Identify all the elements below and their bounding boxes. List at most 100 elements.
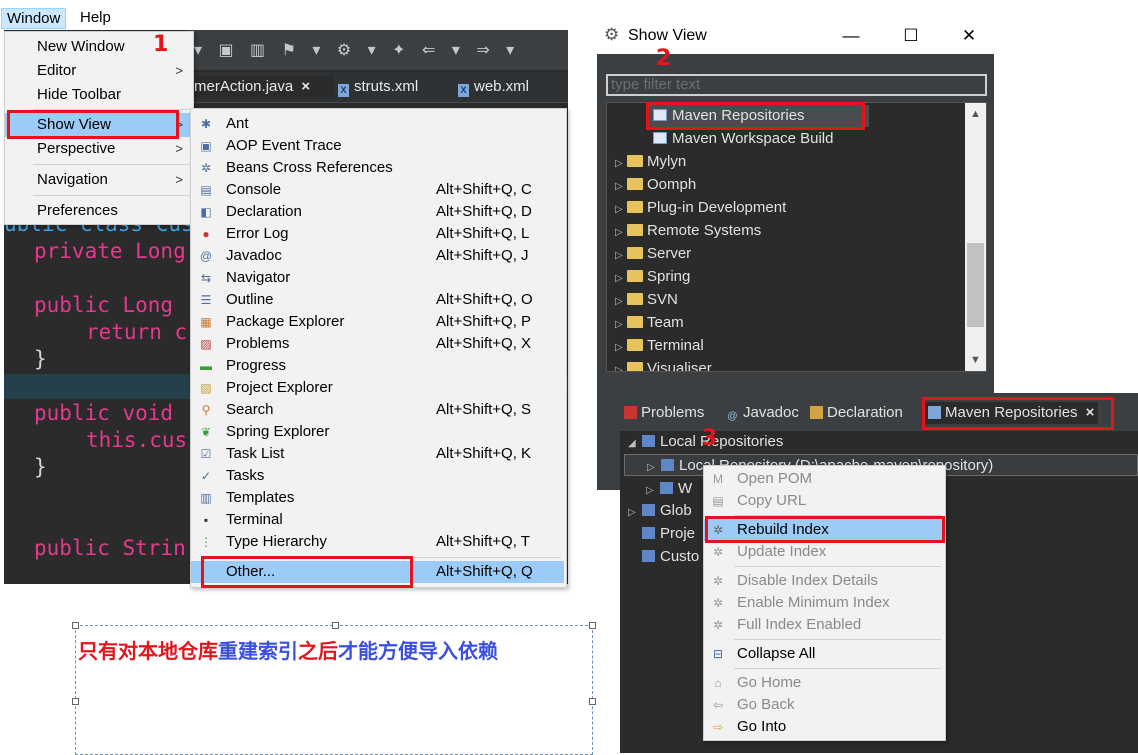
- tree-item-mylyn[interactable]: ▷ Mylyn: [615, 151, 686, 173]
- expand-arrow-icon[interactable]: ▷: [615, 222, 627, 244]
- folder-icon: [627, 155, 643, 167]
- menu-item-other[interactable]: Other... Alt+Shift+Q, Q: [191, 561, 564, 583]
- expand-arrow-icon[interactable]: ▷: [615, 153, 627, 175]
- tree-item-maven-workspace-build[interactable]: Maven Workspace Build: [653, 128, 833, 150]
- close-icon[interactable]: ×: [1086, 404, 1095, 421]
- menu-item-enable-minimum-index[interactable]: ✲ Enable Minimum Index: [704, 592, 943, 614]
- expand-arrow-icon[interactable]: ▷: [647, 457, 661, 479]
- menu-item-preferences[interactable]: Preferences: [5, 199, 193, 223]
- menu-item-update-index[interactable]: ✲ Update Index: [704, 541, 943, 563]
- declaration-icon: [810, 406, 823, 419]
- tree-row-global[interactable]: ▷ Glob: [628, 500, 692, 522]
- update-index-icon: ✲: [712, 545, 724, 559]
- repository-icon: [642, 550, 655, 562]
- menu-item-progress[interactable]: ▬ Progress: [191, 355, 564, 377]
- menu-item-disable-index-details[interactable]: ✲ Disable Index Details: [704, 570, 943, 592]
- tree-item-maven-repositories[interactable]: Maven Repositories: [647, 105, 869, 127]
- resize-handle[interactable]: [332, 622, 339, 629]
- menu-item-go-back[interactable]: ⇦ Go Back: [704, 694, 943, 716]
- menu-item-go-home[interactable]: ⌂ Go Home: [704, 672, 943, 694]
- menu-item-navigation[interactable]: Navigation >: [5, 168, 193, 192]
- menu-item-terminal[interactable]: ▪ Terminal: [191, 509, 564, 531]
- expand-arrow-icon[interactable]: ▷: [615, 314, 627, 336]
- expand-arrow-icon[interactable]: ▷: [615, 245, 627, 267]
- expand-arrow-icon[interactable]: ▷: [615, 268, 627, 290]
- menu-item-declaration[interactable]: ◧ Declaration Alt+Shift+Q, D: [191, 201, 564, 223]
- menu-item-error-log[interactable]: ● Error Log Alt+Shift+Q, L: [191, 223, 564, 245]
- menu-item-tasks[interactable]: ✓ Tasks: [191, 465, 564, 487]
- tab-customer-action[interactable]: merAction.java ×: [190, 76, 334, 98]
- tab-declaration[interactable]: Declaration: [810, 402, 903, 424]
- minimize-button[interactable]: —: [841, 26, 861, 46]
- scroll-down-icon[interactable]: ▼: [965, 351, 986, 369]
- menu-item-open-pom[interactable]: M Open POM: [704, 468, 943, 490]
- menu-item-templates[interactable]: ▥ Templates: [191, 487, 564, 509]
- close-icon[interactable]: ×: [301, 78, 310, 95]
- filter-input[interactable]: type filter text: [606, 74, 987, 96]
- menu-item-collapse-all[interactable]: ⊟ Collapse All: [704, 643, 943, 665]
- resize-handle[interactable]: [589, 622, 596, 629]
- resize-handle[interactable]: [72, 698, 79, 705]
- toolbar-icons[interactable]: ▾ ▣ ▥ ⚑ ▾ ⚙ ▾ ✦ ⇐ ▾ ⇒ ▾: [194, 40, 520, 60]
- tree-row-custom[interactable]: Custo: [642, 546, 699, 568]
- menu-help[interactable]: Help: [75, 8, 116, 28]
- menu-item-task-list[interactable]: ☑ Task List Alt+Shift+Q, K: [191, 443, 564, 465]
- tab-problems[interactable]: Problems: [624, 402, 704, 424]
- menu-item-navigator[interactable]: ⇆ Navigator: [191, 267, 564, 289]
- menu-item-problems[interactable]: ▨ Problems Alt+Shift+Q, X: [191, 333, 564, 355]
- tree-item-server[interactable]: ▷ Server: [615, 243, 691, 265]
- menu-item-type-hierarchy[interactable]: ⋮ Type Hierarchy Alt+Shift+Q, T: [191, 531, 564, 553]
- expand-arrow-icon[interactable]: ▷: [615, 360, 627, 371]
- menu-item-outline[interactable]: ☰ Outline Alt+Shift+Q, O: [191, 289, 564, 311]
- tree-item-oomph[interactable]: ▷ Oomph: [615, 174, 696, 196]
- tree-row-label: Proje: [660, 525, 696, 542]
- tree-item-svn[interactable]: ▷ SVN: [615, 289, 678, 311]
- menu-item-javadoc[interactable]: @ Javadoc Alt+Shift+Q, J: [191, 245, 564, 267]
- tree-row-project[interactable]: Proje: [642, 523, 695, 545]
- tree-scrollbar[interactable]: ▲ ▼: [965, 103, 986, 371]
- menu-item-spring-explorer[interactable]: ❦ Spring Explorer: [191, 421, 564, 443]
- tab-javadoc[interactable]: @ Javadoc: [726, 402, 798, 424]
- menu-item-hide-toolbar[interactable]: Hide Toolbar: [5, 83, 193, 107]
- tab-web-xml[interactable]: Xweb.xml: [458, 76, 529, 98]
- expand-arrow-icon[interactable]: ▷: [615, 199, 627, 221]
- tree-item-remote-systems[interactable]: ▷ Remote Systems: [615, 220, 761, 242]
- expand-arrow-icon[interactable]: ▷: [646, 480, 660, 502]
- expand-arrow-icon[interactable]: ▷: [628, 502, 642, 524]
- scroll-up-icon[interactable]: ▲: [965, 105, 986, 123]
- menu-item-copy-url[interactable]: ▤ Copy URL: [704, 490, 943, 512]
- menu-item-go-into[interactable]: ⇨ Go Into: [704, 716, 943, 738]
- menu-item-show-view[interactable]: Show View >: [5, 113, 193, 137]
- close-button[interactable]: ✕: [959, 26, 979, 46]
- menu-item-project-explorer[interactable]: ▧ Project Explorer: [191, 377, 564, 399]
- menu-item-aop-event-trace[interactable]: ▣ AOP Event Trace: [191, 135, 564, 157]
- tree-item-plugin-development[interactable]: ▷ Plug-in Development: [615, 197, 786, 219]
- tree-item-terminal[interactable]: ▷ Terminal: [615, 335, 704, 357]
- menu-item-console[interactable]: ▤ Console Alt+Shift+Q, C: [191, 179, 564, 201]
- menu-item-ant[interactable]: ✱ Ant: [191, 113, 564, 135]
- menu-item-search[interactable]: ⚲ Search Alt+Shift+Q, S: [191, 399, 564, 421]
- tab-struts-xml[interactable]: Xstruts.xml: [338, 76, 418, 98]
- menu-window[interactable]: Window: [1, 8, 67, 29]
- resize-handle[interactable]: [72, 622, 79, 629]
- menu-item-beans-cross-references[interactable]: ✲ Beans Cross References: [191, 157, 564, 179]
- expand-arrow-icon[interactable]: ▷: [615, 291, 627, 313]
- tree-item-team[interactable]: ▷ Team: [615, 312, 684, 334]
- repository-icon: [660, 482, 673, 494]
- resize-handle[interactable]: [589, 698, 596, 705]
- menu-item-rebuild-index[interactable]: ✲ Rebuild Index: [704, 519, 943, 541]
- menu-item-package-explorer[interactable]: ▦ Package Explorer Alt+Shift+Q, P: [191, 311, 564, 333]
- maximize-button[interactable]: ☐: [901, 26, 921, 46]
- menu-item-editor[interactable]: Editor >: [5, 59, 193, 83]
- expand-arrow-icon[interactable]: ▷: [615, 176, 627, 198]
- menu-item-perspective[interactable]: Perspective >: [5, 137, 193, 161]
- tree-row-workspace[interactable]: ▷ W: [646, 478, 692, 500]
- collapse-arrow-icon[interactable]: ◢: [628, 433, 642, 455]
- tree-item-spring[interactable]: ▷ Spring: [615, 266, 690, 288]
- menu-item-label: Progress: [226, 357, 287, 374]
- scrollbar-thumb[interactable]: [967, 243, 984, 327]
- tree-item-visualiser[interactable]: ▷ Visualiser: [615, 358, 712, 371]
- menu-item-full-index-enabled[interactable]: ✲ Full Index Enabled: [704, 614, 943, 636]
- tab-maven-repositories[interactable]: Maven Repositories ×: [924, 402, 1099, 424]
- expand-arrow-icon[interactable]: ▷: [615, 337, 627, 359]
